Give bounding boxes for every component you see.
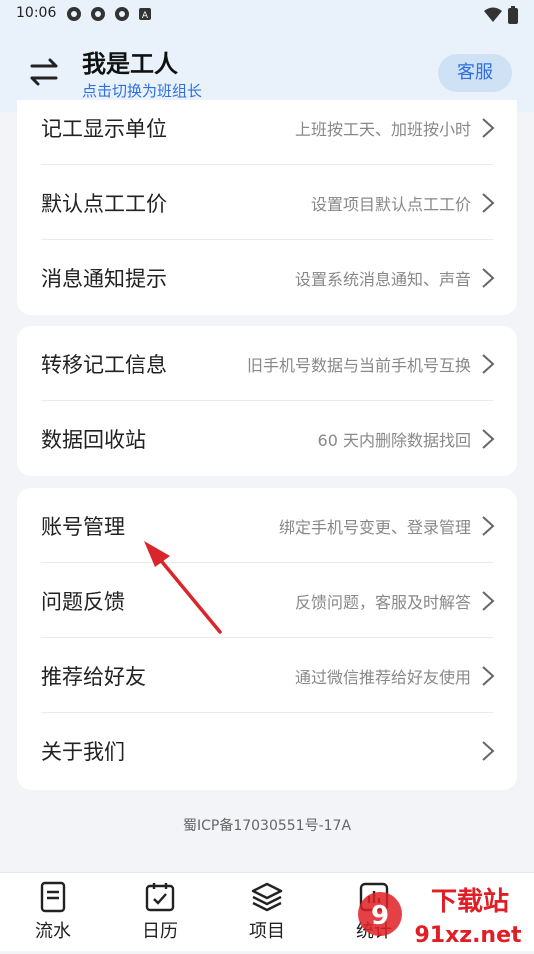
settings-item-account-management[interactable]: 账号管理 绑定手机号变更、登录管理 (17, 488, 517, 563)
settings-item-desc: 设置系统消息通知、声音 (294, 269, 471, 289)
settings-group-display: 记工显示单位 上班按工天、加班按小时 默认点工工价 设置项目默认点工工价 消息通… (17, 100, 517, 315)
tab-label: 日历 (142, 921, 178, 942)
settings-item-desc: 旧手机号数据与当前手机号互换 (246, 355, 471, 375)
calendar-icon (145, 883, 175, 912)
settings-item-transfer-records[interactable]: 转移记工信息 旧手机号数据与当前手机号互换 (17, 326, 517, 401)
settings-item-desc: 上班按工天、加班按小时 (294, 119, 471, 139)
notification-icon (90, 6, 106, 22)
settings-item-recycle-bin[interactable]: 数据回收站 60 天内删除数据找回 (17, 401, 517, 476)
document-icon (40, 881, 66, 913)
svg-text:91xz.net: 91xz.net (414, 923, 522, 948)
svg-text:下载站: 下载站 (431, 887, 509, 917)
svg-text:9: 9 (371, 901, 389, 931)
notification-icon (114, 6, 130, 22)
watermark-logo: 9 下载站 91xz.net (354, 878, 534, 950)
status-bar: 10:06 A (0, 0, 534, 28)
battery-icon (508, 6, 518, 24)
status-time: 10:06 (16, 5, 57, 21)
settings-group-account: 账号管理 绑定手机号变更、登录管理 问题反馈 反馈问题，客服及时解答 推荐给好友… (17, 488, 517, 790)
tab-label: 流水 (35, 921, 71, 942)
settings-item-label: 消息通知提示 (41, 266, 167, 291)
chevron-right-icon (482, 117, 495, 138)
tab-flow[interactable]: 流水 (18, 881, 88, 943)
chevron-right-icon (482, 665, 495, 686)
settings-item-label: 推荐给好友 (41, 664, 146, 689)
settings-item-about[interactable]: 关于我们 (17, 713, 517, 788)
settings-item-desc: 60 天内删除数据找回 (317, 430, 471, 450)
tab-projects[interactable]: 项目 (232, 881, 302, 943)
layers-icon (251, 882, 283, 912)
notification-icon (66, 6, 82, 22)
chevron-right-icon (482, 740, 495, 761)
settings-item-default-wage[interactable]: 默认点工工价 设置项目默认点工工价 (17, 165, 517, 240)
settings-item-notifications[interactable]: 消息通知提示 设置系统消息通知、声音 (17, 240, 517, 315)
settings-item-desc: 设置项目默认点工工价 (310, 194, 471, 214)
settings-item-recommend[interactable]: 推荐给好友 通过微信推荐给好友使用 (17, 638, 517, 713)
switch-role-icon[interactable] (24, 52, 64, 92)
tab-calendar[interactable]: 日历 (125, 881, 195, 943)
settings-group-data: 转移记工信息 旧手机号数据与当前手机号互换 数据回收站 60 天内删除数据找回 (17, 326, 517, 476)
icp-license: 蜀ICP备17030551号-17A (182, 818, 352, 834)
settings-item-label: 默认点工工价 (41, 191, 167, 216)
settings-item-desc: 绑定手机号变更、登录管理 (278, 517, 471, 537)
tab-label: 项目 (249, 921, 285, 942)
settings-item-display-unit[interactable]: 记工显示单位 上班按工天、加班按小时 (17, 90, 517, 165)
settings-item-label: 数据回收站 (41, 427, 146, 452)
chevron-right-icon (482, 590, 495, 611)
chevron-right-icon (482, 192, 495, 213)
status-system-icons (484, 6, 518, 24)
customer-service-button[interactable]: 客服 (438, 54, 512, 92)
svg-text:A: A (142, 11, 149, 21)
chevron-right-icon (482, 353, 495, 374)
settings-item-label: 关于我们 (41, 739, 125, 764)
chevron-right-icon (482, 267, 495, 288)
wifi-icon (484, 7, 502, 22)
settings-item-label: 转移记工信息 (41, 352, 167, 377)
settings-item-label: 问题反馈 (41, 589, 125, 614)
settings-item-label: 记工显示单位 (41, 116, 167, 141)
notification-icon: A (138, 6, 154, 22)
chevron-right-icon (482, 428, 495, 449)
settings-item-label: 账号管理 (41, 514, 125, 539)
settings-item-feedback[interactable]: 问题反馈 反馈问题，客服及时解答 (17, 563, 517, 638)
status-notification-icons: A (66, 6, 154, 22)
chevron-right-icon (482, 515, 495, 536)
settings-item-desc: 反馈问题，客服及时解答 (294, 592, 471, 612)
page-title: 我是工人 (82, 50, 178, 78)
settings-item-desc: 通过微信推荐给好友使用 (294, 667, 471, 687)
